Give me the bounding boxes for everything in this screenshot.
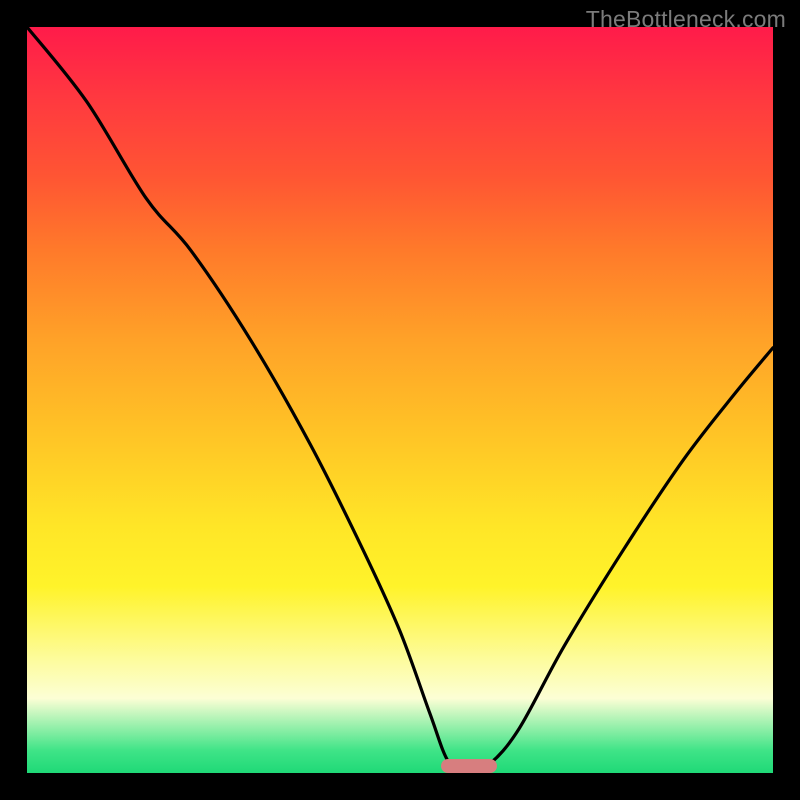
watermark-label: TheBottleneck.com (586, 6, 786, 33)
bottleneck-curve (27, 27, 773, 773)
plot-area (27, 27, 773, 773)
minimum-marker (441, 759, 497, 773)
frame: TheBottleneck.com (0, 0, 800, 800)
